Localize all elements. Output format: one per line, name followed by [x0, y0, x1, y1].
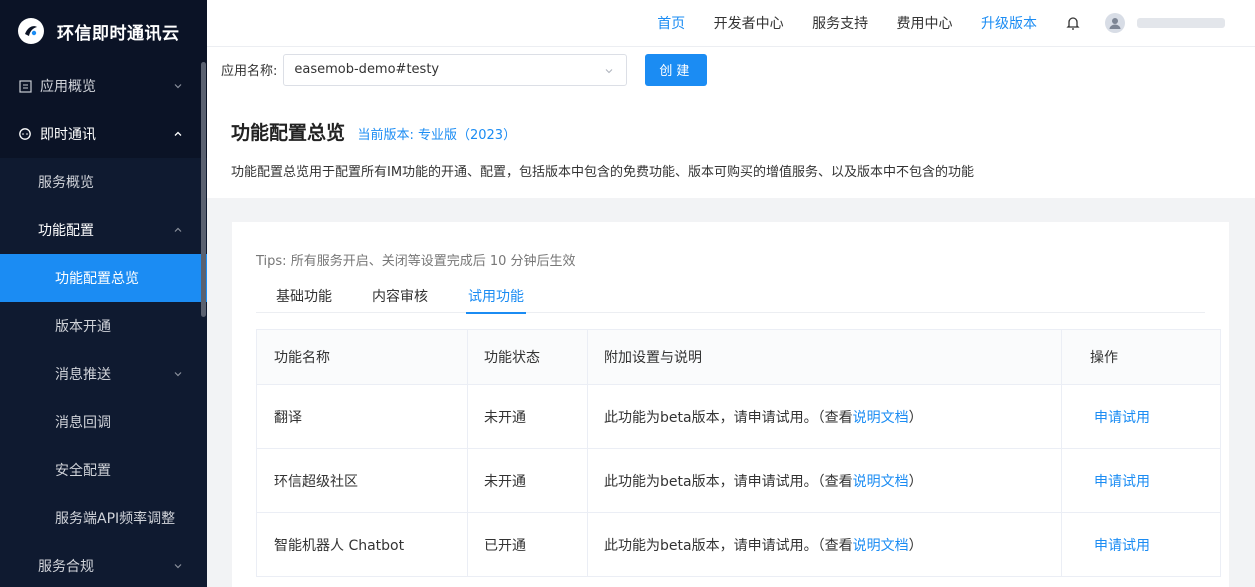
sidebar-item-version-activation[interactable]: 版本开通 — [0, 302, 207, 350]
note-end: ） — [908, 537, 923, 554]
app-selector-bar: 应用名称: easemob-demo#testy 创建 — [207, 46, 1255, 92]
sidebar-item-feature-config[interactable]: 功能配置 — [0, 206, 207, 254]
chevron-up-icon — [174, 227, 182, 232]
sidebar-item-label: 服务概览 — [38, 175, 94, 191]
sidebar-scrollbar[interactable] — [201, 62, 206, 317]
sidebar-item-label: 版本开通 — [55, 319, 111, 335]
column-header: 操作 — [1061, 330, 1220, 384]
feature-status: 未开通 — [467, 449, 587, 512]
feature-panel: Tips: 所有服务开启、关闭等设置完成后 10 分钟后生效 基础功能 内容审核… — [232, 222, 1229, 587]
note-text: 此功能为beta版本，请申请试用。（查看 — [604, 537, 853, 554]
column-header: 功能名称 — [274, 350, 330, 366]
doc-link[interactable]: 说明文档 — [853, 407, 909, 427]
sidebar-item-callback[interactable]: 消息回调 — [0, 398, 207, 446]
feature-name: 翻译 — [274, 409, 302, 426]
page-description: 功能配置总览用于配置所有IM功能的开通、配置，包括版本中包含的免费功能、版本可购… — [231, 165, 975, 180]
chevron-down-icon — [174, 564, 182, 569]
sidebar-item-security[interactable]: 安全配置 — [0, 446, 207, 494]
feature-table: 功能名称 功能状态 附加设置与说明 操作 翻译 未开通 此功能为beta版本，请… — [256, 329, 1221, 577]
nav-home[interactable]: 首页 — [657, 16, 685, 32]
feature-status: 未开通 — [467, 385, 587, 448]
feature-name: 环信超级社区 — [274, 473, 358, 490]
app-name-select[interactable]: easemob-demo#testy — [283, 53, 628, 86]
sidebar: 环信即时通讯云 应用概览 即时通讯 服务概览 功能配置 功能配置总览 版本开通 … — [0, 0, 207, 587]
feature-status: 已开通 — [467, 513, 587, 576]
brand[interactable]: 环信即时通讯云 — [0, 0, 207, 62]
brand-name: 环信即时通讯云 — [57, 23, 180, 44]
feature-action: 申请试用 — [1061, 385, 1220, 448]
note-text: 此功能为beta版本，请申请试用。（查看 — [604, 473, 853, 490]
feature-tabs: 基础功能 内容审核 试用功能 — [256, 279, 1205, 314]
top-nav: 首页 开发者中心 服务支持 费用中心 升级版本 — [633, 13, 1037, 33]
sidebar-item-push[interactable]: 消息推送 — [0, 350, 207, 398]
feature-action: 申请试用 — [1061, 449, 1220, 512]
apply-trial-button[interactable]: 申请试用 — [1094, 535, 1150, 555]
tab-basic-features[interactable]: 基础功能 — [276, 279, 332, 313]
chevron-down-icon — [174, 84, 182, 89]
sidebar-item-app-overview[interactable]: 应用概览 — [0, 62, 207, 110]
tips-text: Tips: 所有服务开启、关闭等设置完成后 10 分钟后生效 — [256, 254, 576, 269]
column-header: 附加设置与说明 — [587, 330, 1061, 384]
sidebar-item-label: 消息回调 — [55, 415, 111, 431]
doc-link[interactable]: 说明文档 — [853, 471, 909, 491]
nav-developer-center[interactable]: 开发者中心 — [714, 16, 784, 32]
apply-trial-button[interactable]: 申请试用 — [1094, 471, 1150, 491]
sidebar-item-label: 消息推送 — [55, 367, 111, 383]
chevron-down-icon — [174, 372, 182, 377]
user-icon — [1109, 18, 1121, 29]
dashboard-icon — [18, 79, 32, 93]
top-bar: 首页 开发者中心 服务支持 费用中心 升级版本 — [207, 0, 1255, 46]
sidebar-item-im[interactable]: 即时通讯 — [0, 110, 207, 158]
app-name-value: easemob-demo#testy — [294, 62, 440, 77]
note-end: ） — [908, 473, 923, 490]
brand-logo-icon — [18, 18, 44, 44]
sidebar-item-compliance[interactable]: 服务合规 — [0, 542, 207, 587]
doc-link[interactable]: 说明文档 — [853, 535, 909, 555]
chevron-down-icon — [606, 68, 613, 73]
user-name-redacted[interactable] — [1137, 18, 1225, 28]
table-row: 环信超级社区 未开通 此功能为beta版本，请申请试用。（查看 说明文档） 申请试… — [257, 448, 1220, 512]
app-name-label: 应用名称: — [221, 64, 278, 79]
note-text: 此功能为beta版本，请申请试用。（查看 — [604, 409, 853, 426]
chat-icon — [18, 127, 32, 141]
bell-icon[interactable] — [1065, 15, 1081, 31]
avatar[interactable] — [1105, 13, 1125, 33]
page-title: 功能配置总览 — [231, 122, 346, 144]
note-end: ） — [908, 409, 923, 426]
table-row: 智能机器人 Chatbot 已开通 此功能为beta版本，请申请试用。（查看 说明… — [257, 512, 1220, 576]
feature-note: 此功能为beta版本，请申请试用。（查看 说明文档） — [587, 449, 1061, 512]
sidebar-item-label: 功能配置总览 — [55, 271, 139, 287]
feature-action: 申请试用 — [1061, 513, 1220, 576]
feature-note: 此功能为beta版本，请申请试用。（查看 说明文档） — [587, 513, 1061, 576]
chevron-up-icon — [174, 131, 182, 136]
nav-service-support[interactable]: 服务支持 — [812, 16, 868, 32]
page-header: 功能配置总览 当前版本: 专业版（2023） 功能配置总览用于配置所有IM功能的… — [207, 92, 1255, 198]
sidebar-item-label: 安全配置 — [55, 463, 111, 479]
nav-billing-center[interactable]: 费用中心 — [897, 16, 953, 32]
feature-name: 智能机器人 Chatbot — [274, 537, 405, 554]
column-header: 功能状态 — [467, 330, 587, 384]
sidebar-item-label: 服务端API频率调整 — [55, 511, 176, 527]
nav-upgrade[interactable]: 升级版本 — [981, 16, 1037, 32]
sidebar-item-api-rate[interactable]: 服务端API频率调整 — [0, 494, 207, 542]
tab-content-moderation[interactable]: 内容审核 — [372, 279, 428, 313]
apply-trial-button[interactable]: 申请试用 — [1094, 407, 1150, 427]
create-button[interactable]: 创建 — [645, 53, 708, 86]
table-row: 翻译 未开通 此功能为beta版本，请申请试用。（查看 说明文档） 申请试用 — [257, 384, 1220, 448]
tab-trial-features[interactable]: 试用功能 — [466, 279, 526, 314]
current-version: 当前版本: 专业版（2023） — [357, 128, 517, 143]
sidebar-item-service-overview[interactable]: 服务概览 — [0, 158, 207, 206]
sidebar-item-feature-overview[interactable]: 功能配置总览 — [0, 254, 207, 302]
feature-note: 此功能为beta版本，请申请试用。（查看 说明文档） — [587, 385, 1061, 448]
table-header-row: 功能名称 功能状态 附加设置与说明 操作 — [257, 330, 1220, 384]
